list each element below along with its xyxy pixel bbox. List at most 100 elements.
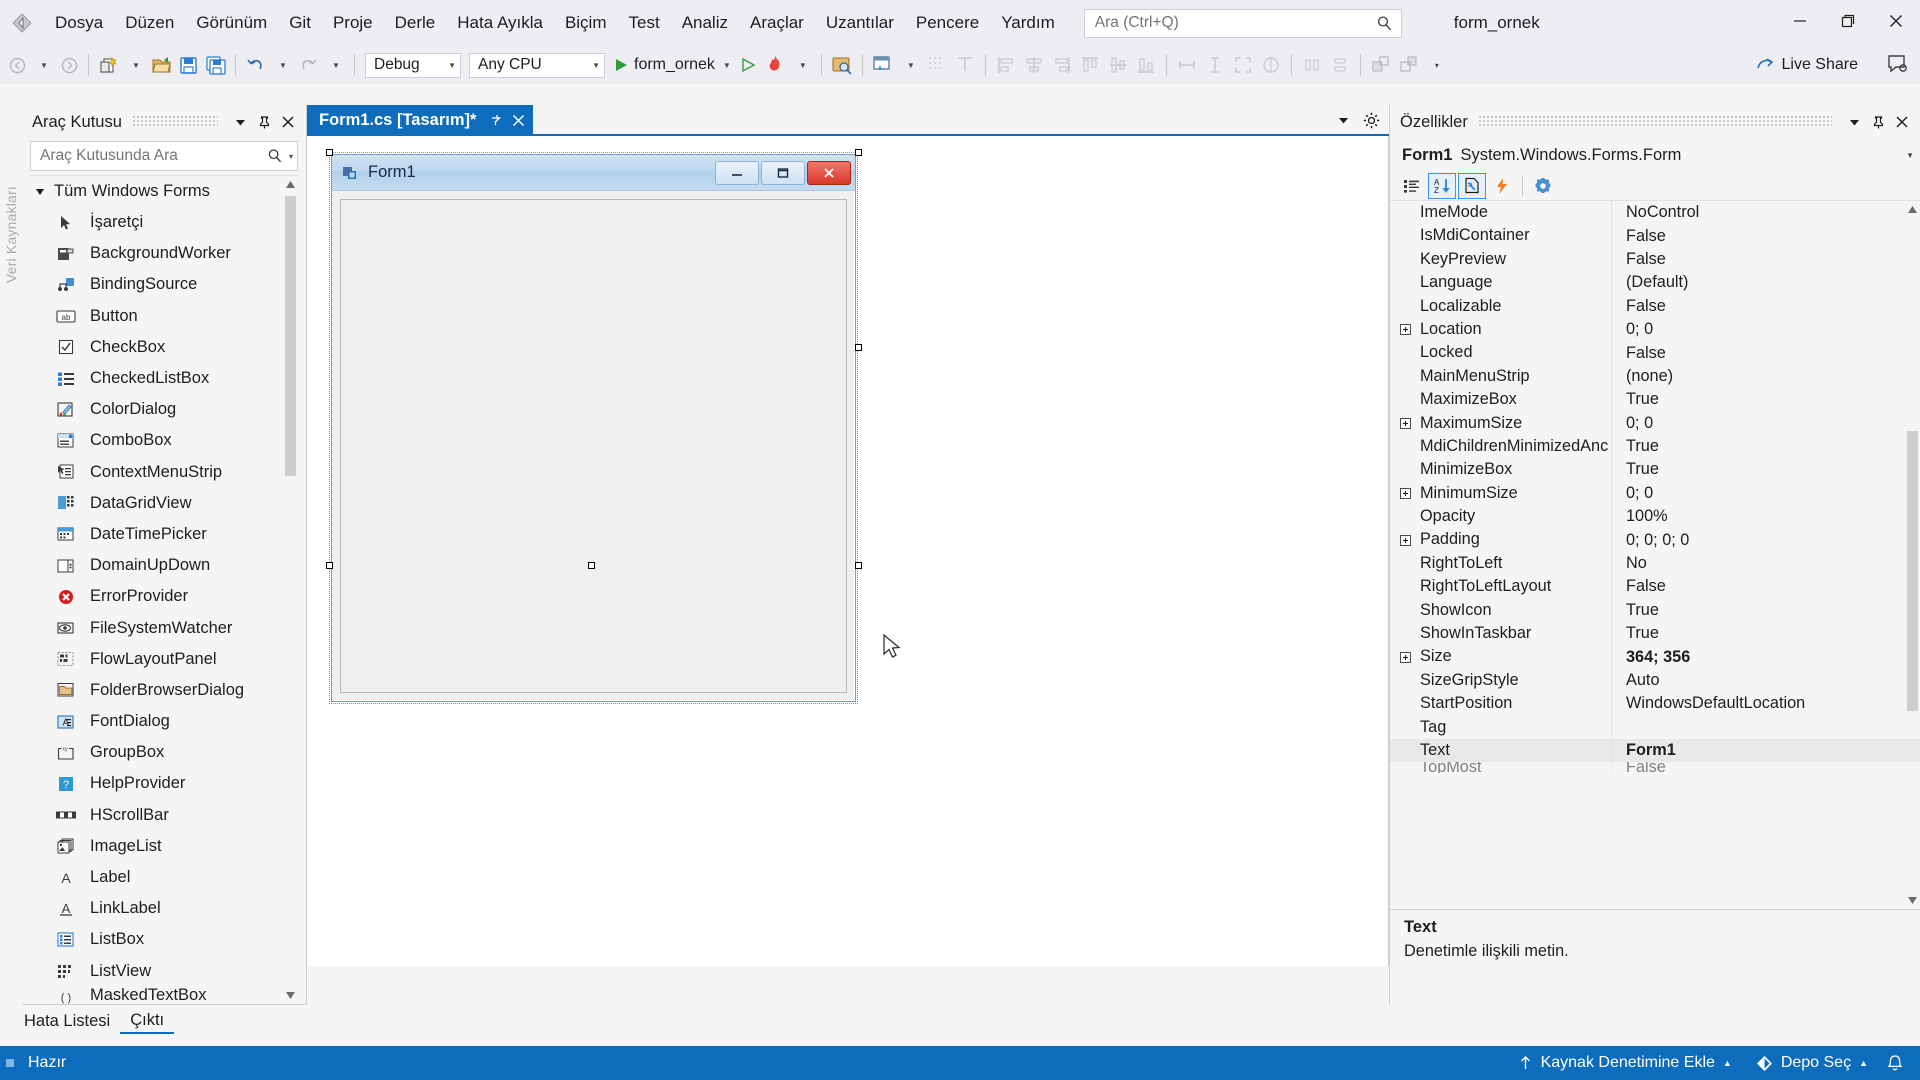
property-row[interactable]: Locked False [1390, 341, 1920, 365]
form-maximize-button[interactable] [761, 160, 805, 185]
align-rights-icon[interactable] [1048, 50, 1076, 80]
data-sources-vertical-tab[interactable]: Veri Kaynakları [0, 105, 22, 365]
configuration-select[interactable]: Debug ▼ [365, 52, 461, 78]
new-project-dropdown-icon[interactable]: ▼ [122, 50, 148, 80]
start-without-debugging-icon[interactable] [735, 50, 761, 80]
save-all-icon[interactable] [202, 50, 229, 80]
toolbox-item-checkbox[interactable]: CheckBox [30, 332, 298, 363]
form-close-button[interactable] [807, 160, 851, 185]
property-value[interactable]: False [1612, 250, 1920, 269]
property-row[interactable]: IsMdiContainer False [1390, 224, 1920, 248]
menu-bicim[interactable]: Biçim [554, 8, 618, 38]
property-row[interactable]: MinimizeBox True [1390, 458, 1920, 482]
property-value[interactable]: 0; 0 [1612, 414, 1920, 433]
start-debugging-button[interactable]: form_ornek ▼ [609, 51, 735, 79]
expand-icon[interactable] [1394, 482, 1416, 505]
bring-to-front-icon[interactable] [1367, 50, 1395, 80]
property-value[interactable]: False [1612, 577, 1920, 596]
toolbox-search-options-icon[interactable]: ▾ [289, 152, 293, 161]
toolbox-item-imagelist[interactable]: ImageList [30, 831, 298, 862]
navigate-backward-icon[interactable] [4, 50, 30, 80]
property-row[interactable]: ShowInTaskbar True [1390, 622, 1920, 646]
horizontal-spacing-equal-icon[interactable] [1298, 50, 1326, 80]
property-row[interactable]: MaximizeBox True [1390, 388, 1920, 412]
toolbox-close-icon[interactable] [276, 110, 300, 134]
property-value[interactable]: 364; 356 [1612, 648, 1920, 667]
menu-hata-ayikla[interactable]: Hata Ayıkla [446, 8, 554, 38]
toolbox-item-hscrollbar[interactable]: HScrollBar [30, 800, 298, 831]
toolbox-scrollbar[interactable] [283, 176, 298, 1004]
properties-grid[interactable]: ImeMode NoControl IsMdiContainer False Key… [1390, 201, 1920, 909]
property-value[interactable]: 0; 0 [1612, 320, 1920, 339]
menu-analiz[interactable]: Analiz [671, 8, 739, 38]
property-value[interactable]: True [1612, 460, 1920, 479]
tab-error-list[interactable]: Hata Listesi [14, 1008, 120, 1034]
alphabetical-icon[interactable]: A Z [1428, 172, 1456, 199]
properties-page-icon[interactable] [1458, 172, 1486, 199]
designed-form-Form1[interactable]: Form1 [331, 154, 856, 702]
search-input[interactable] [1094, 14, 1375, 32]
scroll-down-icon[interactable] [283, 987, 298, 1004]
select-repository-button[interactable]: Depo Seç ▲ [1744, 1046, 1880, 1080]
toolbox-item-backgroundworker[interactable]: BackgroundWorker [30, 238, 298, 269]
align-centers-icon[interactable] [1020, 50, 1048, 80]
notifications-button[interactable] [1880, 1046, 1910, 1080]
property-row[interactable]: Size 364; 356 [1390, 645, 1920, 669]
property-row[interactable]: Localizable False [1390, 294, 1920, 318]
platform-select[interactable]: Any CPU ▼ [469, 52, 605, 78]
document-tab-form1-designer[interactable]: Form1.cs [Tasarım]* [307, 105, 534, 135]
navigate-backward-dropdown-icon[interactable]: ▼ [30, 50, 56, 80]
toolbox-item-contextmenustrip[interactable]: ContextMenuStrip [30, 457, 298, 488]
toolbox-item-maskedtextbox[interactable]: ( ) MaskedTextBox [30, 987, 298, 1004]
property-value[interactable]: False [1612, 344, 1920, 363]
back-navigation-icon[interactable] [0, 0, 44, 46]
toolbox-item-bindingsource[interactable]: BindingSource [30, 269, 298, 300]
property-value[interactable]: True [1612, 437, 1920, 456]
form-minimize-button[interactable] [715, 160, 759, 185]
property-value[interactable]: NoControl [1612, 203, 1920, 222]
property-row[interactable]: Language (Default) [1390, 271, 1920, 295]
property-row[interactable]: KeyPreview False [1390, 247, 1920, 272]
align-tops-icon[interactable] [1076, 50, 1104, 80]
document-tab-close-icon[interactable] [512, 114, 525, 127]
menu-git[interactable]: Git [278, 8, 322, 38]
align-to-grid-icon[interactable] [951, 50, 979, 80]
property-value[interactable]: Auto [1612, 671, 1920, 690]
scroll-up-icon[interactable] [283, 176, 298, 193]
align-bottoms-icon[interactable] [1132, 50, 1160, 80]
toolbox-drag-grip[interactable] [131, 116, 218, 128]
toolbox-item-combobox[interactable]: ComboBox [30, 425, 298, 456]
toolbox-window-menu-icon[interactable] [228, 110, 252, 134]
toolbox-item-errorprovider[interactable]: ErrorProvider [30, 581, 298, 612]
redo-dropdown-icon[interactable]: ▼ [322, 50, 348, 80]
add-to-source-control-button[interactable]: Kaynak Denetimine Ekle ▲ [1506, 1046, 1744, 1080]
designer-dropdown-icon[interactable]: ▼ [897, 50, 923, 80]
size-to-grid-icon[interactable] [1257, 50, 1285, 80]
designer-settings-gear-icon[interactable] [1359, 108, 1383, 132]
toolbox-item-checkedlistbox[interactable]: CheckedListBox [30, 363, 298, 394]
navigate-forward-icon[interactable] [56, 50, 82, 80]
toolbox-item-colordialog[interactable]: ColorDialog [30, 394, 298, 425]
live-share-button[interactable]: Live Share [1754, 50, 1858, 80]
resize-grip-bottom-right[interactable] [855, 562, 862, 569]
toolbar-overflow-icon[interactable]: ▾ [1423, 50, 1449, 80]
menu-test[interactable]: Test [618, 8, 671, 38]
send-to-back-icon[interactable] [1395, 50, 1423, 80]
vertical-spacing-equal-icon[interactable] [1326, 50, 1354, 80]
property-row[interactable]: MdiChildrenMinimizedAnc True [1390, 434, 1920, 459]
property-value[interactable]: True [1612, 601, 1920, 620]
property-value[interactable]: True [1612, 624, 1920, 643]
property-row[interactable]: MinimumSize 0; 0 [1390, 481, 1920, 506]
minimize-window-button[interactable] [1776, 0, 1824, 42]
properties-scrollbar[interactable] [1905, 201, 1920, 909]
redo-icon[interactable] [295, 50, 322, 80]
hot-reload-icon[interactable] [761, 50, 789, 80]
property-value[interactable]: (none) [1612, 367, 1920, 386]
scroll-down-icon[interactable] [1905, 892, 1920, 909]
menu-derle[interactable]: Derle [384, 8, 447, 38]
snap-grid-icon[interactable] [923, 50, 951, 80]
align-lefts-icon[interactable] [992, 50, 1020, 80]
properties-drag-grip[interactable] [1477, 116, 1832, 128]
resize-grip-top-left[interactable] [326, 149, 333, 156]
property-row[interactable]: Tag [1390, 715, 1920, 739]
